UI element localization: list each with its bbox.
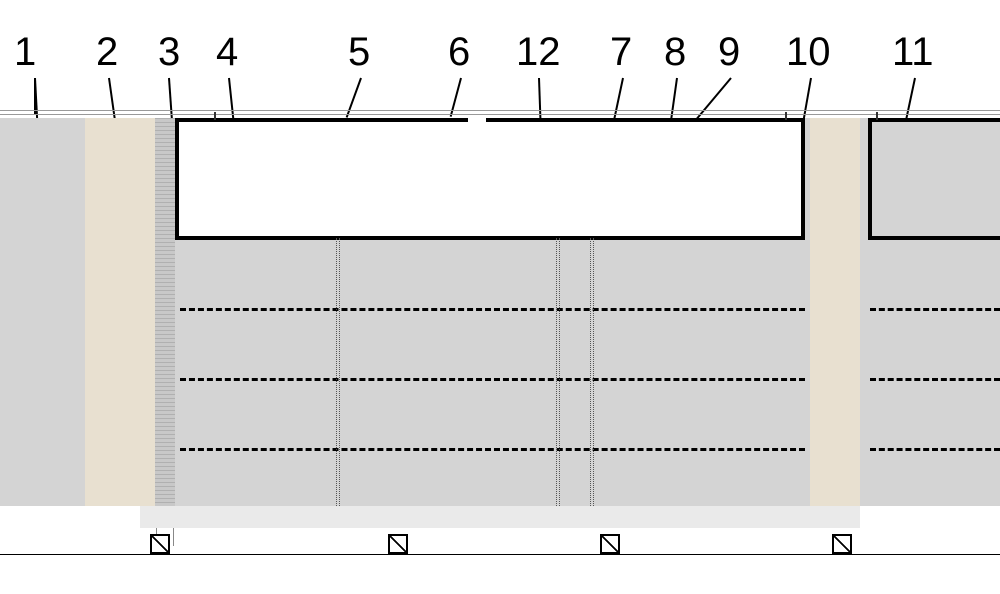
- dashed-row-1: [180, 308, 805, 311]
- dashed-row-3r: [870, 448, 1000, 451]
- dashed-row-2r: [870, 378, 1000, 381]
- footer-sq-4: [832, 534, 852, 554]
- diagram-container: 1 2 3 4 5 6 12 7 8 9 10 11: [0, 0, 1000, 594]
- scratch-1: [214, 112, 216, 120]
- label-row: 1 2 3 4 5 6 12 7 8 9 10 11: [0, 0, 1000, 110]
- label-5: 5: [348, 30, 370, 75]
- label-6: 6: [448, 30, 470, 75]
- ground-line: [0, 554, 1000, 555]
- left-solid-block: [0, 118, 85, 506]
- pipe-3: [590, 238, 594, 528]
- hatched-vertical-strip: [155, 118, 175, 506]
- footer-sq-2: [388, 534, 408, 554]
- label-2: 2: [96, 30, 118, 75]
- label-9: 9: [718, 30, 740, 75]
- top-surface-line-2: [0, 114, 1000, 115]
- label-7: 7: [610, 30, 632, 75]
- dashed-row-2: [180, 378, 805, 381]
- dashed-row-3: [180, 448, 805, 451]
- right-gray-chamber: [868, 118, 1000, 240]
- cross-section: [0, 110, 1000, 530]
- right-beige-column: [810, 118, 860, 506]
- scratch-3: [876, 112, 878, 120]
- label-8: 8: [664, 30, 686, 75]
- footer-sq-1: [150, 534, 170, 554]
- label-4: 4: [216, 30, 238, 75]
- footer-sq-3: [600, 534, 620, 554]
- main-chamber: [175, 118, 805, 240]
- scratch-2: [785, 112, 787, 120]
- label-11: 11: [892, 30, 934, 75]
- top-surface-line: [0, 110, 1000, 111]
- chamber-top-gap: [468, 118, 486, 123]
- label-12: 12: [516, 30, 561, 75]
- pipe-2: [556, 238, 560, 528]
- pipe-1: [336, 238, 340, 528]
- label-3: 3: [158, 30, 180, 75]
- label-1: 1: [14, 30, 36, 75]
- dashed-row-1r: [870, 308, 1000, 311]
- label-10: 10: [786, 30, 831, 75]
- bottom-beam: [140, 506, 860, 528]
- second-light-column: [85, 118, 155, 506]
